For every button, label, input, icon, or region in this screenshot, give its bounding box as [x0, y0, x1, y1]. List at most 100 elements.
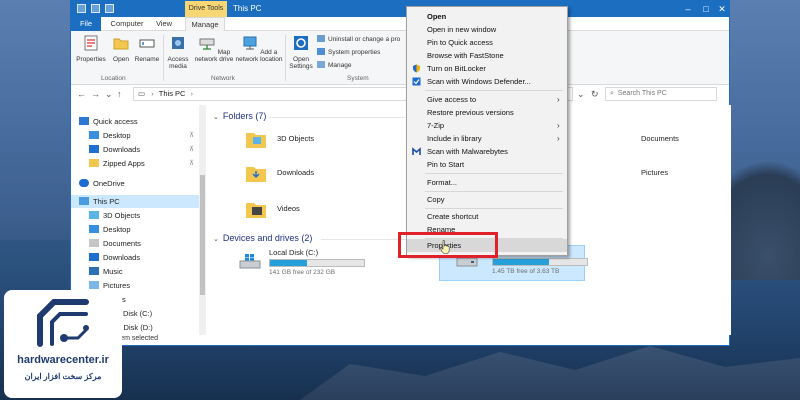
nav-quick-access[interactable]: Quick access: [79, 115, 138, 128]
menu-item-pin-quick-access[interactable]: Pin to Quick access: [407, 36, 567, 49]
folder-label: Documents: [641, 134, 679, 143]
status-bar: 1 item selected: [71, 335, 729, 347]
search-input[interactable]: ⌕ Search This PC: [605, 87, 717, 101]
quick-access-properties-icon[interactable]: [91, 4, 100, 13]
desktop-hill: [720, 160, 800, 280]
folder-3d-objects[interactable]: 3D Objects: [245, 127, 405, 155]
tab-file[interactable]: File: [71, 17, 101, 31]
nav-scrollbar[interactable]: [199, 105, 206, 335]
system-properties-button[interactable]: System properties: [317, 48, 380, 56]
folder-documents[interactable]: Documents: [639, 127, 719, 155]
nav-quick-zipped-apps[interactable]: Zipped Apps: [89, 157, 145, 170]
address-dropdown-icon[interactable]: ⌄: [577, 89, 585, 100]
folder-icon: [246, 167, 266, 182]
up-arrow-icon[interactable]: ↑: [117, 89, 122, 99]
nav-onedrive[interactable]: OneDrive: [79, 177, 125, 190]
nav-documents[interactable]: Documents: [89, 237, 141, 250]
drive-free-space: 141 GB free of 232 GB: [269, 269, 336, 276]
tab-manage[interactable]: Manage: [185, 17, 225, 31]
uninstall-icon: [317, 35, 325, 42]
menu-item-pin-start[interactable]: Pin to Start: [407, 158, 567, 171]
nav-quick-desktop[interactable]: Desktop: [89, 129, 131, 142]
menu-item-open[interactable]: Open: [407, 10, 567, 23]
menu-item-format[interactable]: Format...: [407, 176, 567, 189]
manage-button[interactable]: Manage: [317, 61, 352, 69]
pin-icon[interactable]: ⊼: [189, 159, 194, 167]
hand-cursor-icon: [440, 240, 450, 254]
menu-item-browse-faststone[interactable]: Browse with FastStone: [407, 49, 567, 62]
menu-item-7zip[interactable]: 7-Zip ›: [407, 119, 567, 132]
access-media-icon: [172, 37, 184, 49]
chevron-down-icon: ⌄: [213, 236, 219, 243]
tab-view[interactable]: View: [151, 17, 177, 31]
breadcrumb-this-pc[interactable]: This PC: [159, 89, 186, 98]
open-folder-icon: [113, 38, 129, 50]
open-button[interactable]: Open: [109, 34, 133, 63]
properties-button[interactable]: Properties: [75, 34, 107, 63]
drive-local-disk-c[interactable]: Local Disk (C:) 141 GB free of 232 GB: [239, 247, 379, 283]
menu-item-create-shortcut[interactable]: Create shortcut: [407, 210, 567, 223]
folder-icon: [246, 203, 266, 218]
desktop-icon: [89, 131, 99, 139]
access-media-button[interactable]: Access media: [165, 34, 191, 70]
title-bar[interactable]: Drive Tools This PC – □ ✕: [71, 1, 729, 17]
menu-item-label: Open: [427, 12, 447, 21]
pin-icon[interactable]: ⊼: [189, 131, 194, 139]
menu-item-restore-versions[interactable]: Restore previous versions: [407, 106, 567, 119]
drive-tools-context-tab: Drive Tools: [185, 1, 227, 17]
pin-icon[interactable]: ⊼: [189, 145, 194, 153]
nav-music[interactable]: Music: [89, 265, 123, 278]
ribbon-separator: [163, 35, 164, 81]
nav-quick-desktop-label: Desktop: [103, 131, 131, 140]
refresh-icon[interactable]: ↻: [591, 89, 599, 100]
nav-this-pc[interactable]: This PC: [71, 195, 199, 208]
malwarebytes-icon: [412, 147, 421, 155]
open-settings-button[interactable]: Open Settings: [287, 34, 315, 70]
nav-desktop[interactable]: Desktop: [89, 223, 131, 236]
nav-quick-downloads[interactable]: Downloads: [89, 143, 140, 156]
menu-item-open-new-window[interactable]: Open in new window: [407, 23, 567, 36]
nav-downloads[interactable]: Downloads: [89, 251, 140, 264]
folder-downloads[interactable]: Downloads: [245, 161, 405, 189]
back-arrow-icon[interactable]: ←: [77, 89, 86, 99]
submenu-chevron-icon: ›: [557, 95, 560, 104]
nav-documents-label: Documents: [103, 239, 141, 248]
quick-access-save-icon[interactable]: [77, 4, 86, 13]
folders-section-header[interactable]: ⌄ Folders (7): [213, 111, 266, 121]
devices-section-header[interactable]: ⌄ Devices and drives (2): [213, 233, 312, 243]
uninstall-program-button[interactable]: Uninstall or change a pro: [317, 35, 400, 43]
forward-arrow-icon[interactable]: →: [91, 89, 100, 99]
rename-label: Rename: [134, 56, 160, 63]
quick-access-folder-icon[interactable]: [105, 4, 114, 13]
tab-computer[interactable]: Computer: [107, 17, 147, 31]
menu-item-include-library[interactable]: Include in library ›: [407, 132, 567, 145]
drive-usage-fill: [270, 260, 307, 266]
recent-chevron-down-icon[interactable]: ⌄: [105, 89, 113, 100]
nav-quick-zipped-apps-label: Zipped Apps: [103, 159, 145, 168]
menu-item-windows-defender[interactable]: Scan with Windows Defender...: [407, 75, 567, 88]
folder-videos[interactable]: Videos: [245, 197, 405, 225]
file-explorer-window: Drive Tools This PC – □ ✕ File Computer …: [70, 0, 731, 347]
menu-item-label: Give access to: [427, 95, 477, 104]
menu-item-bitlocker[interactable]: Turn on BitLocker: [407, 62, 567, 75]
nav-3d-objects[interactable]: 3D Objects: [89, 209, 140, 222]
maximize-icon[interactable]: □: [699, 3, 713, 15]
menu-item-give-access[interactable]: Give access to ›: [407, 93, 567, 106]
chevron-down-icon: ⌄: [213, 114, 219, 121]
menu-item-copy[interactable]: Copy: [407, 193, 567, 206]
folder-pictures[interactable]: Pictures: [639, 161, 719, 189]
nav-scrollbar-thumb[interactable]: [200, 175, 205, 295]
map-network-drive-button[interactable]: Map network drive: [193, 34, 235, 63]
network-group-label: Network: [211, 75, 235, 82]
rename-button[interactable]: Rename: [133, 34, 161, 63]
rename-icon: [139, 39, 155, 48]
address-bar-row: ← → ⌄ ↑ ▭ › This PC › ⌄ ↻ ⌕ Search This …: [71, 85, 729, 103]
minimize-icon[interactable]: –: [681, 3, 695, 15]
nav-desktop-label: Desktop: [103, 225, 131, 234]
menu-item-label: Include in library: [427, 134, 482, 143]
add-network-location-button[interactable]: Add a network location: [235, 34, 283, 63]
close-icon[interactable]: ✕: [715, 3, 729, 15]
menu-item-malwarebytes[interactable]: Scan with Malwarebytes: [407, 145, 567, 158]
windows-drive-icon: [239, 254, 261, 269]
hardwarecenter-logo: hardwarecenter.ir مرکز سخت افزار ایران: [4, 290, 122, 398]
